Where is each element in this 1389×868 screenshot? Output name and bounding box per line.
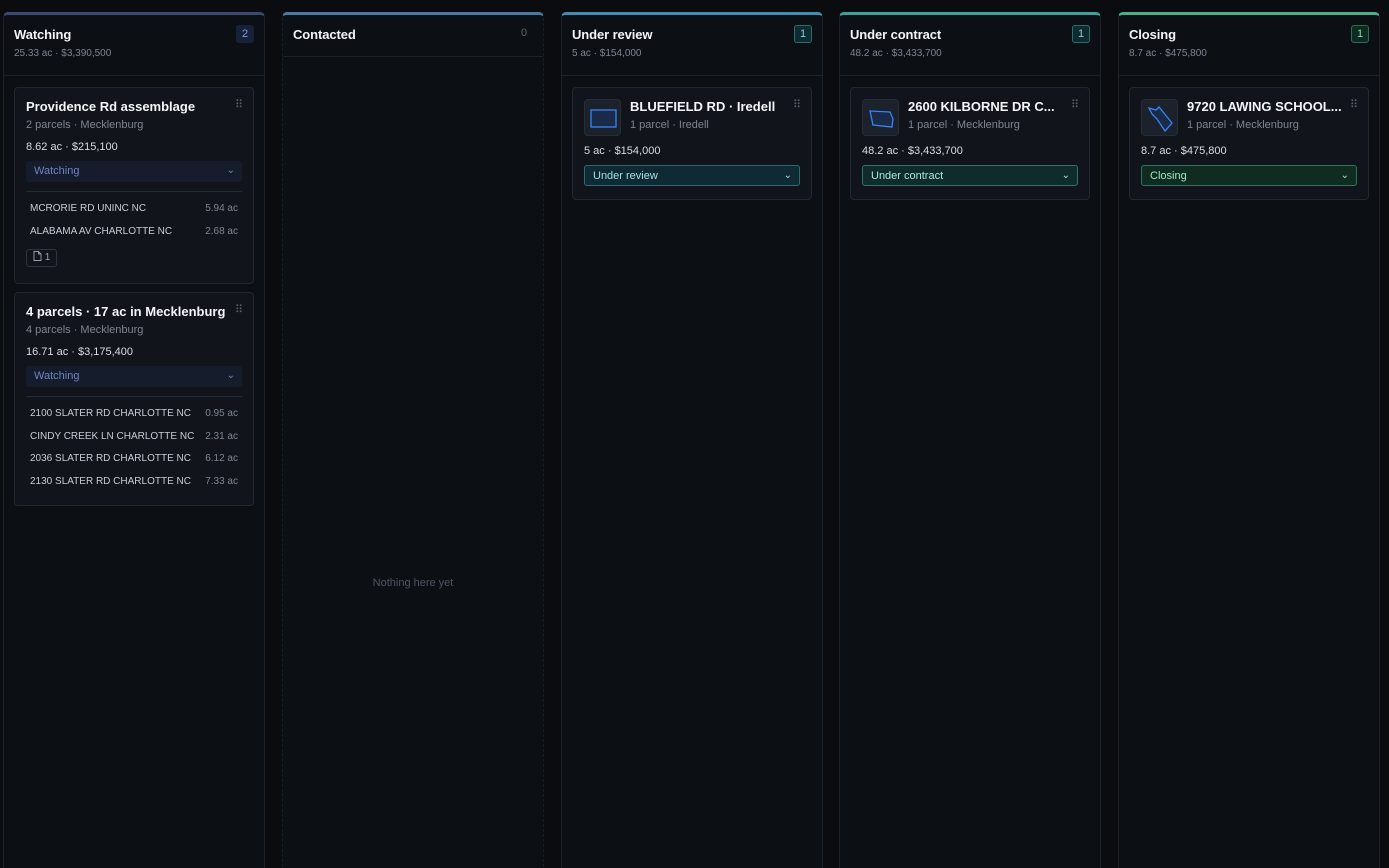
column-header: Under review 5 ac · $154,000 1	[562, 15, 822, 76]
drag-handle-icon[interactable]: ⠿	[235, 100, 243, 111]
parcel-acreage: 2.68 ac	[205, 225, 238, 237]
parcel-acreage: 6.12 ac	[205, 453, 238, 464]
documents-badge[interactable]: 1	[26, 249, 58, 267]
chevron-down-icon: ⌄	[1061, 170, 1070, 181]
column-header: Watching 25.33 ac · $3,390,500 2	[4, 15, 264, 76]
card-acreage-price: 8.62 ac · $215,100	[26, 141, 118, 153]
column-contacted: Contacted 0 Nothing here yet	[282, 12, 544, 868]
parcel-acreage: 5.94 ac	[205, 203, 238, 214]
column-count-badge: 1	[1351, 25, 1369, 43]
column-summary: 8.7 ac · $475,800	[1129, 48, 1207, 59]
column-count-badge: 2	[236, 25, 254, 43]
column-summary: 48.2 ac · $3,433,700	[850, 48, 942, 59]
card-title: 2600 KILBORNE DR C...	[908, 99, 1055, 114]
divider	[26, 191, 242, 192]
drag-handle-icon[interactable]: ⠿	[793, 100, 801, 111]
parcel-shape-icon	[590, 109, 617, 128]
parcel-thumbnail	[862, 99, 899, 136]
parcel-row[interactable]: ALABAMA AV CHARLOTTE NC 2.68 ac	[26, 221, 242, 244]
column-count-badge: 1	[794, 25, 812, 43]
card-meta: 4 parcels · Mecklenburg	[26, 324, 144, 336]
card-acreage-price: 8.7 ac · $475,800	[1141, 145, 1227, 157]
pipeline-board: Watching 25.33 ac · $3,390,500 2 Provide…	[0, 0, 1389, 868]
column-summary: 25.33 ac · $3,390,500	[14, 48, 112, 59]
parcel-row[interactable]: 2130 SLATER RD CHARLOTTE NC 7.33 ac	[26, 471, 242, 494]
status-select-value: Under review	[593, 170, 658, 182]
card-title: Providence Rd assemblage	[26, 99, 196, 114]
column-title: Under review	[572, 27, 653, 42]
status-select-value: Watching	[34, 370, 80, 382]
document-icon	[33, 251, 42, 261]
status-select-value: Closing	[1150, 170, 1187, 182]
status-select-value: Under contract	[871, 170, 944, 182]
status-select[interactable]: Under review ⌄	[584, 165, 800, 186]
column-header: Under contract 48.2 ac · $3,433,700 1	[840, 15, 1100, 76]
deal-card-bluefield[interactable]: BLUEFIELD RD · Iredell 1 parcel · Iredel…	[572, 87, 812, 200]
column-header: Closing 8.7 ac · $475,800 1	[1119, 15, 1379, 76]
column-title: Under contract	[850, 27, 942, 42]
parcel-address: MCRORIE RD UNINC NC	[30, 203, 147, 214]
column-title: Closing	[1129, 27, 1176, 42]
empty-state-text: Nothing here yet	[372, 577, 454, 589]
parcel-acreage: 7.33 ac	[205, 475, 238, 487]
card-meta: 1 parcel · Iredell	[630, 119, 709, 131]
card-meta: 1 parcel · Mecklenburg	[1187, 119, 1299, 131]
parcel-address: 2036 SLATER RD CHARLOTTE NC	[30, 453, 191, 464]
parcel-thumbnail	[1141, 99, 1178, 136]
parcel-row[interactable]: 2036 SLATER RD CHARLOTTE NC 6.12 ac	[26, 448, 242, 471]
deal-card-four-parcels[interactable]: 4 parcels · 17 ac in Mecklenburg 4 parce…	[14, 292, 254, 506]
column-title: Watching	[14, 27, 72, 42]
divider	[26, 396, 242, 397]
column-summary: 5 ac · $154,000	[572, 48, 642, 59]
column-title: Contacted	[293, 27, 356, 42]
parcel-thumbnail	[584, 99, 621, 136]
card-title: BLUEFIELD RD · Iredell	[630, 99, 776, 114]
documents-count: 1	[44, 252, 51, 263]
chevron-down-icon: ⌄	[226, 165, 235, 176]
column-under-review: Under review 5 ac · $154,000 1 BLUEFIELD…	[561, 12, 823, 868]
card-meta: 2 parcels · Mecklenburg	[26, 119, 144, 131]
chevron-down-icon: ⌄	[783, 170, 792, 181]
deal-card-kilborne[interactable]: 2600 KILBORNE DR C... 1 parcel · Mecklen…	[850, 87, 1090, 200]
column-count-badge: 1	[1072, 25, 1090, 43]
parcel-shape-icon	[869, 110, 894, 128]
parcel-address: 2100 SLATER RD CHARLOTTE NC	[30, 408, 191, 419]
column-closing: Closing 8.7 ac · $475,800 1 9720 LAWING …	[1118, 12, 1380, 868]
status-select[interactable]: Watching ⌄	[26, 366, 242, 387]
chevron-down-icon: ⌄	[1340, 170, 1349, 181]
parcel-acreage: 2.31 ac	[205, 430, 238, 442]
parcel-row[interactable]: MCRORIE RD UNINC NC 5.94 ac	[26, 198, 242, 221]
card-acreage-price: 16.71 ac · $3,175,400	[26, 346, 134, 358]
card-acreage-price: 48.2 ac · $3,433,700	[862, 145, 963, 157]
parcel-row[interactable]: CINDY CREEK LN CHARLOTTE NC 2.31 ac	[26, 426, 242, 449]
parcel-acreage: 0.95 ac	[205, 408, 238, 419]
status-select-value: Watching	[34, 165, 80, 177]
column-header: Contacted 0	[283, 15, 543, 57]
parcel-row[interactable]: 2100 SLATER RD CHARLOTTE NC 0.95 ac	[26, 403, 242, 426]
parcel-address: 2130 SLATER RD CHARLOTTE NC	[30, 475, 191, 487]
deal-card-providence[interactable]: Providence Rd assemblage 2 parcels · Mec…	[14, 87, 254, 284]
status-select[interactable]: Watching ⌄	[26, 161, 242, 182]
status-select[interactable]: Under contract ⌄	[862, 165, 1078, 186]
drag-handle-icon[interactable]: ⠿	[1071, 100, 1079, 111]
parcel-address: ALABAMA AV CHARLOTTE NC	[30, 225, 173, 237]
status-select[interactable]: Closing ⌄	[1141, 165, 1357, 186]
column-watching: Watching 25.33 ac · $3,390,500 2 Provide…	[3, 12, 265, 868]
drag-handle-icon[interactable]: ⠿	[235, 305, 243, 316]
drag-handle-icon[interactable]: ⠿	[1350, 100, 1358, 111]
deal-card-lawing[interactable]: 9720 LAWING SCHOOL... 1 parcel · Mecklen…	[1129, 87, 1369, 200]
column-count-badge: 0	[520, 27, 528, 39]
column-under-contract: Under contract 48.2 ac · $3,433,700 1 26…	[839, 12, 1101, 868]
card-meta: 1 parcel · Mecklenburg	[908, 119, 1020, 131]
parcel-address: CINDY CREEK LN CHARLOTTE NC	[30, 430, 195, 442]
parcel-shape-icon	[1147, 106, 1173, 133]
card-acreage-price: 5 ac · $154,000	[584, 145, 661, 157]
card-title: 9720 LAWING SCHOOL...	[1187, 99, 1342, 114]
chevron-down-icon: ⌄	[226, 370, 235, 381]
card-title: 4 parcels · 17 ac in Mecklenburg	[26, 304, 226, 319]
